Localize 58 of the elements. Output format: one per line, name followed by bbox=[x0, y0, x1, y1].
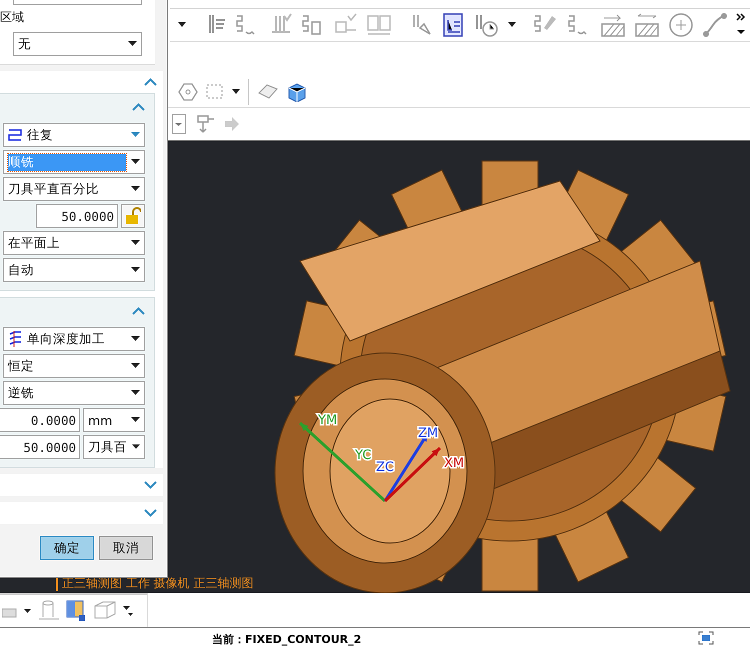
dropdown-icon[interactable] bbox=[172, 114, 186, 134]
open-padlock-icon bbox=[125, 207, 141, 225]
cube-icon[interactable] bbox=[287, 82, 307, 102]
unit-dropdown[interactable]: mm bbox=[83, 408, 145, 432]
caret-icon bbox=[131, 159, 140, 165]
fullscreen-icon[interactable] bbox=[698, 631, 714, 645]
option-dropdown[interactable]: 往复 bbox=[3, 123, 145, 147]
option-dropdown[interactable]: 单向深度加工 bbox=[3, 327, 145, 351]
axis-label: ZM bbox=[418, 426, 438, 441]
hexagon-icon[interactable] bbox=[178, 82, 198, 102]
shaded-block-icon[interactable] bbox=[65, 599, 87, 623]
caret-icon[interactable] bbox=[123, 606, 133, 616]
status-text: 当前：FIXED_CONTOUR_2 bbox=[212, 632, 362, 646]
caret-icon bbox=[131, 336, 140, 342]
option-dropdown[interactable]: 刀具平直百分比 bbox=[3, 177, 145, 201]
caret-icon bbox=[131, 417, 140, 423]
expand-chevron-icon[interactable] bbox=[144, 509, 157, 517]
expand-chevron-icon[interactable] bbox=[144, 481, 157, 489]
number-field[interactable]: 50.0000 bbox=[0, 435, 80, 459]
caret-icon bbox=[131, 132, 140, 138]
caret-icon[interactable] bbox=[178, 22, 186, 28]
option-dropdown[interactable]: 恒定 bbox=[3, 354, 145, 378]
caret-icon bbox=[131, 267, 140, 273]
axis-label: ZC bbox=[376, 460, 394, 475]
curve-icon[interactable] bbox=[702, 12, 728, 38]
axis-label: YM bbox=[318, 413, 338, 428]
region-label: 区域 bbox=[0, 9, 25, 26]
selection-box-icon[interactable] bbox=[206, 84, 224, 100]
hatch-icon[interactable] bbox=[600, 12, 626, 38]
caret-icon bbox=[131, 240, 140, 246]
depth-lines-icon bbox=[8, 331, 22, 347]
option-dropdown[interactable]: 逆铣 bbox=[3, 381, 145, 405]
ok-button[interactable]: 确定 bbox=[40, 536, 94, 560]
caret-icon[interactable] bbox=[232, 89, 240, 95]
axis-label: YC bbox=[355, 448, 372, 463]
zigzag-pattern-icon bbox=[8, 129, 22, 141]
document-icon[interactable] bbox=[442, 12, 464, 38]
arrow-right-icon[interactable] bbox=[224, 117, 240, 131]
caret-icon bbox=[131, 390, 140, 396]
number-field[interactable]: 0.0000 bbox=[0, 408, 80, 432]
unit-dropdown[interactable]: 刀具百 bbox=[83, 435, 145, 459]
option-dropdown[interactable]: 在平面上 bbox=[3, 231, 145, 255]
circle-point-icon[interactable] bbox=[668, 12, 694, 38]
caret-icon bbox=[128, 41, 137, 47]
region-dropdown[interactable]: 无 bbox=[13, 32, 142, 56]
collapse-chevron-icon[interactable] bbox=[132, 103, 145, 111]
caret-icon bbox=[131, 363, 140, 369]
collapse-chevron-icon[interactable] bbox=[132, 307, 145, 315]
hatch-icon[interactable] bbox=[634, 12, 660, 38]
number-field[interactable]: 50.0000 bbox=[36, 204, 118, 228]
caret-icon bbox=[132, 444, 140, 450]
cancel-button[interactable]: 取消 bbox=[99, 536, 153, 560]
caret-icon bbox=[131, 186, 140, 192]
collapse-chevron-icon[interactable] bbox=[144, 78, 157, 86]
option-dropdown[interactable]: 自动 bbox=[3, 258, 145, 282]
lock-button[interactable] bbox=[121, 204, 145, 228]
caret-icon[interactable] bbox=[508, 22, 516, 28]
caret-icon[interactable] bbox=[24, 608, 31, 614]
